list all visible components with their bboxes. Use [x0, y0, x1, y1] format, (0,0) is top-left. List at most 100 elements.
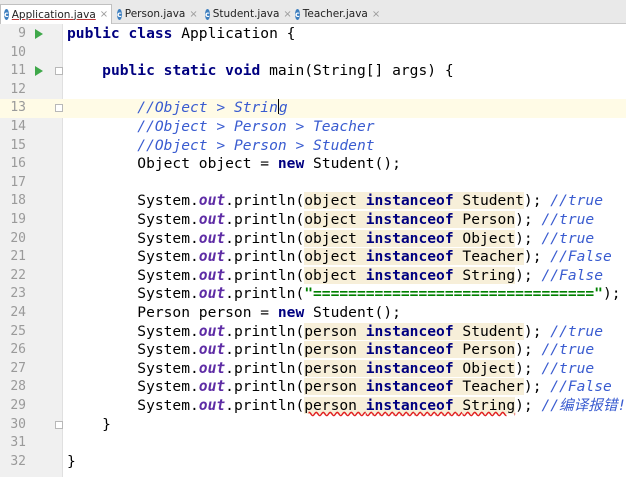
- run-icon[interactable]: [35, 29, 43, 39]
- code-token: Student();: [313, 155, 401, 173]
- code-line[interactable]: 31: [0, 434, 626, 453]
- code-line[interactable]: 12: [0, 81, 626, 100]
- code-line[interactable]: 15 //Object > Person > Student: [0, 137, 626, 156]
- code-line[interactable]: 29 System.out.println(person instanceof …: [0, 397, 626, 416]
- close-icon[interactable]: ×: [283, 9, 291, 20]
- code-line[interactable]: 30 }: [0, 416, 626, 435]
- tab-person[interactable]: c Person.java ×: [114, 5, 200, 23]
- code-token: Student: [462, 322, 524, 340]
- fold-icon[interactable]: [55, 104, 63, 113]
- code-token: instanceof: [365, 322, 463, 340]
- class-icon: c: [295, 8, 300, 20]
- code-text: System.out.println(object instanceof Obj…: [67, 229, 594, 249]
- code-line[interactable]: 20 System.out.println(object instanceof …: [0, 229, 626, 249]
- code-line[interactable]: 25 System.out.println(person instanceof …: [0, 322, 626, 342]
- editor-tab-bar: c Application.java × c Person.java × c Student.…: [0, 0, 626, 24]
- code-token: );: [515, 229, 542, 247]
- tab-teacher[interactable]: c Teacher.java ×: [292, 5, 380, 23]
- code-token: out: [198, 285, 226, 303]
- line-number: 9: [18, 26, 26, 41]
- code-line[interactable]: 24 Person person = new Student();: [0, 304, 626, 323]
- code-token: g: [278, 99, 288, 117]
- code-token: System.: [67, 378, 199, 396]
- code-token: new: [277, 155, 314, 173]
- class-icon: c: [205, 8, 210, 20]
- code-text: System.out.println(object instanceof Str…: [67, 266, 603, 286]
- code-token: Application {: [181, 25, 296, 42]
- tab-label: Person.java: [124, 8, 186, 20]
- code-line[interactable]: 26 System.out.println(person instanceof …: [0, 341, 626, 360]
- code-token: instanceof: [365, 266, 463, 284]
- code-token: Student: [462, 192, 524, 210]
- line-number: 11: [10, 63, 26, 79]
- code-text: System.out.println(object instanceof Per…: [67, 211, 594, 230]
- code-token: instanceof: [365, 229, 463, 247]
- code-token: object: [304, 229, 366, 247]
- code-token: .println(: [225, 322, 305, 340]
- code-token: System.: [67, 192, 199, 210]
- code-line[interactable]: 27 System.out.println(person instanceof …: [0, 359, 626, 379]
- code-token: //False: [550, 248, 612, 266]
- code-token: //true: [541, 341, 595, 359]
- code-text: Person person = new Student();: [67, 304, 401, 323]
- line-number: 21: [10, 249, 26, 265]
- code-token: person: [304, 359, 366, 377]
- code-token: out: [198, 229, 226, 247]
- line-number: 12: [10, 81, 26, 97]
- code-line[interactable]: 9 public class Application {: [0, 25, 626, 44]
- code-token: out: [198, 192, 226, 210]
- code-token: //Object > Person > Student: [137, 136, 375, 154]
- code-line[interactable]: 17: [0, 174, 626, 193]
- line-number: 10: [10, 44, 26, 60]
- fold-icon[interactable]: [55, 420, 63, 429]
- code-token: System.: [67, 211, 199, 228]
- code-line[interactable]: 10: [0, 44, 626, 63]
- code-line[interactable]: 21 System.out.println(object instanceof …: [0, 248, 626, 267]
- code-line[interactable]: 11 public static void main(String[] args…: [0, 62, 626, 81]
- code-line[interactable]: 13 //Object > String: [0, 99, 626, 118]
- code-token: "================================": [304, 285, 603, 303]
- code-token: instanceof: [365, 359, 463, 377]
- code-line[interactable]: 18 System.out.println(object instanceof …: [0, 192, 626, 211]
- code-token: out: [198, 266, 226, 284]
- code-token: //Object > Strin: [137, 99, 278, 117]
- code-line[interactable]: 19 System.out.println(object instanceof …: [0, 211, 626, 230]
- code-token: Person: [462, 211, 516, 228]
- code-line[interactable]: 16 Object object = new Student();: [0, 155, 626, 174]
- code-text: System.out.println("====================…: [67, 285, 620, 304]
- line-number: 20: [10, 230, 26, 246]
- line-number: 23: [10, 286, 26, 302]
- code-text: System.out.println(object instanceof Tea…: [67, 248, 612, 267]
- code-token: public static void: [102, 62, 270, 80]
- code-token: out: [198, 397, 226, 414]
- code-line[interactable]: 14 //Object > Person > Teacher: [0, 118, 626, 137]
- line-number: 26: [10, 342, 26, 358]
- code-token: .println(: [225, 285, 305, 303]
- code-text: System.out.println(person instanceof Str…: [67, 397, 626, 416]
- tab-application[interactable]: c Application.java ×: [0, 4, 112, 24]
- close-icon[interactable]: ×: [189, 9, 197, 20]
- fold-icon[interactable]: [55, 67, 63, 76]
- close-icon[interactable]: ×: [372, 9, 380, 20]
- code-line[interactable]: 32}: [0, 453, 626, 472]
- close-icon[interactable]: ×: [100, 9, 108, 20]
- code-text: //Object > Person > Teacher: [67, 118, 374, 137]
- code-token: //true: [550, 322, 603, 340]
- tab-student[interactable]: c Student.java ×: [202, 5, 292, 23]
- code-line[interactable]: 22 System.out.println(object instanceof …: [0, 266, 626, 286]
- code-token: instanceof: [365, 248, 463, 266]
- code-line[interactable]: 28 System.out.println(person instanceof …: [0, 378, 626, 397]
- code-line[interactable]: 23 System.out.println("=================…: [0, 285, 626, 304]
- tab-label: Student.java: [212, 8, 280, 20]
- run-icon[interactable]: [35, 66, 43, 77]
- code-text: System.out.println(person instanceof Stu…: [67, 322, 603, 342]
- code-token: instanceof: [365, 397, 463, 414]
- code-token: Person person =: [67, 304, 278, 321]
- line-number: 19: [10, 212, 26, 227]
- line-number: 15: [10, 137, 26, 153]
- code-token: instanceof: [365, 192, 463, 210]
- line-number: 13: [10, 100, 26, 116]
- code-token: out: [198, 322, 226, 340]
